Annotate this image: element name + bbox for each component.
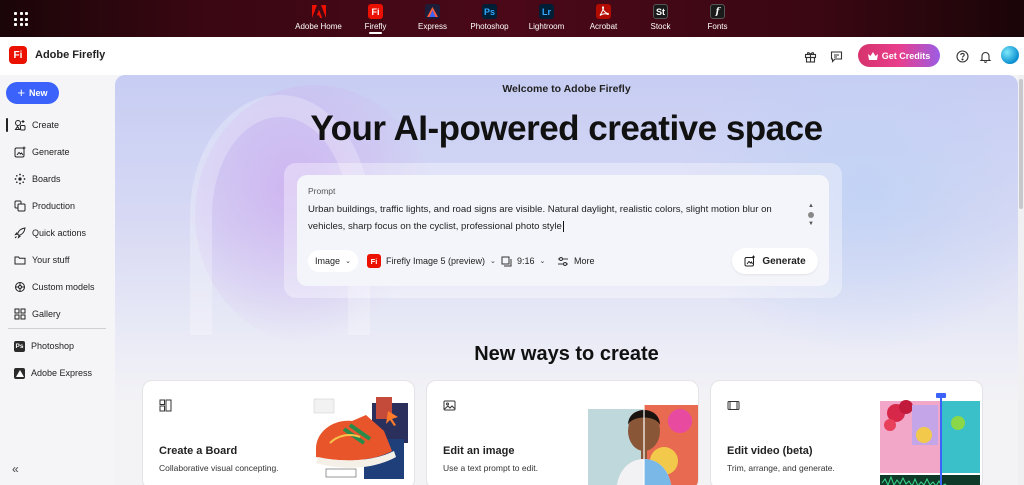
main-content: Welcome to Adobe Firefly Your AI-powered… [115,75,1018,485]
sidebar-item-production[interactable]: Production [6,195,108,217]
card-edit-video[interactable]: Edit video (beta) Trim, arrange, and gen… [710,380,983,485]
scroll-thumb[interactable] [808,212,814,218]
card-create-board[interactable]: Create a Board Collaborative visual conc… [142,380,415,485]
brand-name[interactable]: Adobe Firefly [35,49,105,61]
image-icon [443,399,457,413]
app-list: Adobe Home Fi Firefly Express Ps Photosh… [290,0,746,37]
firefly-logo-icon[interactable]: Fi [9,46,27,64]
new-button[interactable]: + New [6,82,59,104]
chevron-down-icon: ⌄ [539,258,546,265]
sidebar-item-generate[interactable]: Generate [6,141,108,163]
notifications-bell-icon[interactable] [977,48,993,64]
collapse-sidebar-icon[interactable]: « [12,462,19,476]
aspect-ratio-icon [501,256,512,266]
photoshop-icon: Ps [482,4,497,19]
lightroom-icon: Lr [539,4,554,19]
sidebar-item-photoshop[interactable]: Ps Photoshop [6,335,108,357]
sidebar-item-quick-actions[interactable]: Quick actions [6,222,108,244]
scroll-down-icon[interactable]: ▼ [808,221,814,227]
hero-title: Your AI-powered creative space [310,109,823,148]
generate-icon [14,146,26,158]
sidebar-item-custom-models[interactable]: Custom models [6,276,108,298]
app-switcher-bar: Adobe Home Fi Firefly Express Ps Photosh… [0,0,1024,37]
app-stock[interactable]: St Stock [632,0,689,37]
adobe-logo-icon [311,4,326,19]
crown-icon [867,51,878,60]
prompt-label: Prompt [308,186,336,196]
board-icon [159,399,173,413]
welcome-text: Welcome to Adobe Firefly [502,83,631,95]
prompt-box[interactable]: Prompt Urban buildings, traffic lights, … [297,175,829,286]
sidebar-item-gallery[interactable]: Gallery [6,303,108,325]
create-icon [14,119,26,131]
page-scrollbar[interactable] [1018,75,1024,485]
express-icon [14,367,25,379]
plus-icon: + [17,85,26,100]
prompt-input[interactable]: Urban buildings, traffic lights, and roa… [308,201,788,235]
app-firefly[interactable]: Fi Firefly [347,0,404,37]
help-icon[interactable] [954,48,970,64]
gallery-icon [14,308,26,320]
app-grid-icon[interactable] [14,12,28,26]
boards-icon [14,173,26,185]
app-adobe-home[interactable]: Adobe Home [290,0,347,37]
app-fonts[interactable]: f Fonts [689,0,746,37]
generate-sparkle-icon [744,255,756,267]
chevron-down-icon: ⌄ [490,258,496,265]
sidebar-item-create[interactable]: Create [6,114,108,136]
sneaker-board-illustration [313,397,408,479]
fonts-icon: f [710,4,725,19]
sidebar-item-boards[interactable]: Boards [6,168,108,190]
sidebar-divider [8,328,106,329]
app-acrobat[interactable]: Acrobat [575,0,632,37]
chevron-down-icon: ⌄ [345,258,351,265]
app-header: Fi Adobe Firefly Get Credits [0,37,1024,75]
generate-button[interactable]: Generate [732,248,818,274]
card-edit-image[interactable]: Edit an image Use a text prompt to edit. [426,380,699,485]
section-title: New ways to create [474,343,659,365]
gift-icon[interactable] [802,48,818,64]
sidebar-item-adobe-express[interactable]: Adobe Express [6,362,108,384]
stock-icon: St [653,4,668,19]
prompt-scrollbar[interactable]: ▲ ▼ [807,203,815,233]
custom-models-icon [14,281,26,293]
app-express[interactable]: Express [404,0,461,37]
folder-icon [14,254,26,266]
production-icon [14,200,26,212]
more-settings-button[interactable]: More [557,250,595,272]
output-type-dropdown[interactable]: Image ⌄ [308,250,358,272]
firefly-icon: Fi [368,4,383,19]
sidebar-item-your-stuff[interactable]: Your stuff [6,249,108,271]
video-icon [727,399,741,413]
app-photoshop[interactable]: Ps Photoshop [461,0,518,37]
photoshop-icon: Ps [14,340,25,352]
acrobat-icon [596,4,611,19]
app-lightroom[interactable]: Lr Lightroom [518,0,575,37]
feedback-icon[interactable] [828,48,844,64]
aspect-ratio-dropdown[interactable]: 9:16 ⌄ [501,250,545,272]
get-credits-button[interactable]: Get Credits [858,44,940,67]
express-icon [425,4,440,19]
settings-sliders-icon [558,256,568,266]
scroll-up-icon[interactable]: ▲ [808,203,814,209]
text-cursor [562,220,564,232]
video-timeline-illustration [880,393,980,485]
firefly-model-icon: Fi [367,254,381,268]
user-avatar[interactable] [1001,46,1019,64]
quick-actions-icon [14,227,26,239]
model-dropdown[interactable]: Fi Firefly Image 5 (preview) ⌄ [367,250,496,272]
sidebar: + New Create Generate Boards Production … [0,75,115,485]
portrait-edit-illustration [588,391,698,485]
